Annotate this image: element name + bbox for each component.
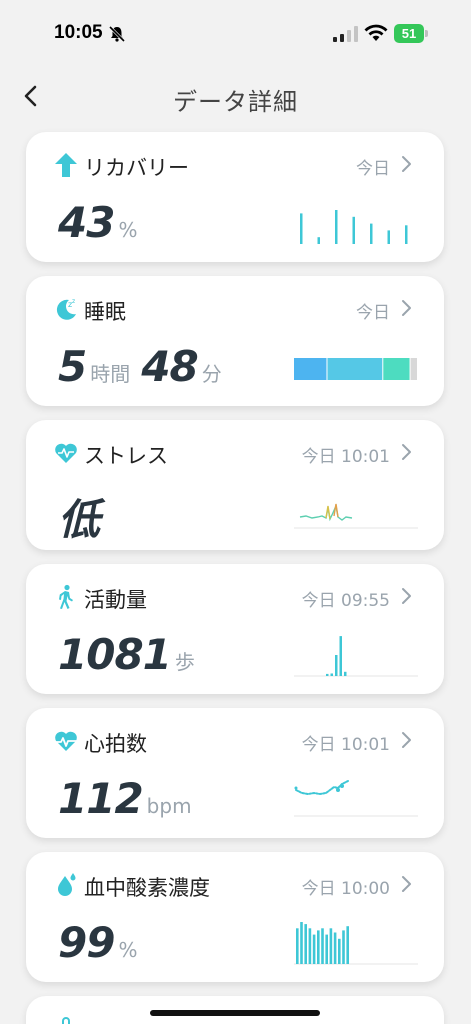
bpm-number: 112 [58, 774, 144, 823]
recovery-time: 今日 [356, 159, 390, 179]
sleep-stage-light [327, 358, 383, 380]
spo2-bar [346, 926, 349, 964]
walking-icon [59, 584, 73, 609]
stress-time: 今日 10:01 [301, 447, 390, 467]
recovery-bar [335, 210, 338, 244]
activity-bar [344, 671, 347, 676]
recovery-bar [352, 216, 355, 244]
chevron-right-icon [402, 300, 411, 316]
stress-level: 低 [58, 495, 100, 544]
spo2-bar [333, 932, 337, 964]
arrow-up-icon [55, 153, 77, 177]
stress-mini-chart [294, 503, 418, 529]
chevron-right-icon [402, 588, 411, 604]
sleep-hours: 5 [58, 342, 87, 391]
spo2-bar [304, 924, 307, 964]
sleep-card[interactable]: z z 睡眠 今日 5 時間 48 分 [26, 276, 444, 406]
blood-oxygen-time: 今日 10:00 [301, 879, 390, 899]
sleep-time: 今日 [356, 303, 390, 323]
stress-title: ストレス [84, 444, 168, 468]
activity-value: 1081 歩 [58, 630, 195, 679]
recovery-bar [317, 237, 320, 244]
battery-level: 51 [401, 26, 417, 41]
chevron-right-icon [402, 732, 411, 748]
heart-rate-card[interactable]: 心拍数 今日 10:01 112 bpm [26, 708, 444, 838]
spo2-bar [312, 934, 316, 964]
sleep-value: 5 時間 48 分 [58, 342, 222, 391]
wifi-icon [364, 24, 388, 41]
spo2-bar [321, 928, 324, 964]
sleep-stage-deep [294, 358, 327, 380]
spo2-bar [338, 938, 341, 964]
bell-muted-icon [108, 25, 126, 43]
spo2-bar [329, 928, 333, 964]
status-time: 10:05 [54, 22, 103, 43]
recovery-title: リカバリー [84, 156, 189, 180]
stress-value: 低 [58, 486, 100, 547]
activity-bar [326, 673, 329, 676]
spo2-bar [317, 930, 320, 964]
activity-bar [335, 655, 338, 676]
activity-bar [339, 636, 342, 676]
bpm-unit: bpm [146, 794, 192, 818]
blood-oxygen-value: 99% [58, 918, 137, 967]
recovery-number: 43 [58, 198, 115, 247]
heart-rate-mini-chart [294, 780, 418, 817]
spo2-unit: % [118, 938, 138, 962]
chevron-right-icon [402, 444, 411, 460]
spo2-bar [300, 922, 303, 964]
step-unit: 歩 [174, 650, 195, 674]
sleep-minutes-unit: 分 [201, 362, 222, 386]
svg-text:z: z [72, 298, 75, 305]
spo2-number: 99 [58, 918, 115, 967]
chevron-right-icon [402, 876, 411, 892]
recovery-unit: % [118, 218, 138, 242]
sleep-stage-bar [294, 358, 417, 380]
activity-card[interactable]: 活動量 今日 09:55 1081 歩 [26, 564, 444, 694]
blood-oxygen-card[interactable]: 血中酸素濃度 今日 10:00 99% [26, 852, 444, 982]
activity-title: 活動量 [84, 588, 147, 612]
battery-indicator: 51 [394, 24, 428, 43]
recovery-bar [387, 230, 390, 244]
heart-rate-title: 心拍数 [84, 732, 147, 756]
activity-bar [330, 673, 333, 676]
blood-oxygen-title: 血中酸素濃度 [84, 876, 210, 900]
chevron-right-icon [402, 156, 411, 172]
recovery-mini-chart [300, 210, 408, 244]
heart-rate-icon [55, 731, 77, 751]
recovery-card[interactable]: リカバリー 今日 43% [26, 132, 444, 262]
heart-pulse-icon [55, 443, 77, 463]
status-bar: 10:05 51 [0, 0, 471, 70]
sleep-minutes: 48 [141, 342, 198, 391]
thermometer-icon [62, 1017, 70, 1024]
home-indicator [150, 1010, 320, 1016]
activity-time: 今日 09:55 [301, 591, 390, 611]
spo2-bar [325, 934, 328, 964]
cellular-signal-icon [333, 26, 358, 42]
moon-zzz-icon: z z [56, 298, 76, 320]
recovery-bar [300, 213, 303, 244]
recovery-bar [370, 223, 373, 244]
blood-oxygen-mini-chart [294, 922, 418, 965]
step-count: 1081 [58, 630, 172, 679]
stress-card[interactable]: ストレス 今日 10:01 低 [26, 420, 444, 550]
heart-rate-value: 112 bpm [58, 774, 192, 823]
water-drop-icon [58, 873, 76, 896]
sleep-title: 睡眠 [84, 300, 126, 324]
recovery-bar [405, 225, 408, 244]
spo2-bar [308, 928, 312, 964]
sleep-stage-awake [410, 358, 417, 380]
recovery-value: 43% [58, 198, 137, 247]
sleep-hours-unit: 時間 [90, 362, 131, 386]
heart-rate-time: 今日 10:01 [301, 735, 390, 755]
activity-mini-chart [294, 636, 418, 677]
page-title: データ詳細 [173, 88, 298, 116]
sleep-stage-rem [383, 358, 410, 380]
spo2-bar [342, 930, 345, 964]
spo2-bar [296, 928, 299, 964]
